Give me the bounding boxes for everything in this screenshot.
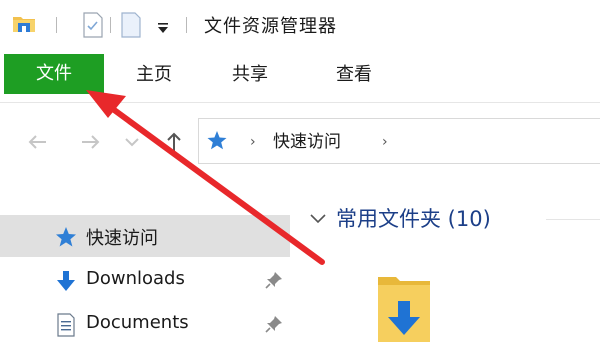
content-pane: 常用文件夹 (10): [294, 183, 600, 342]
chevron-down-icon[interactable]: [308, 208, 328, 228]
sidebar-item-label: 快速访问: [86, 228, 158, 249]
tab-view[interactable]: 查看: [312, 56, 396, 94]
group-header-frequent-folders[interactable]: 常用文件夹 (10): [336, 203, 491, 233]
forward-arrow-icon[interactable]: [76, 128, 104, 156]
tab-home[interactable]: 主页: [112, 56, 196, 94]
folder-icon[interactable]: [12, 14, 36, 34]
properties-icon[interactable]: [82, 12, 104, 38]
navigation-pane: 快速访问 Downloads Documents: [0, 183, 294, 342]
address-bar[interactable]: [198, 118, 600, 164]
toolbar-separator: [56, 17, 57, 33]
sidebar-item-downloads[interactable]: Downloads: [0, 259, 290, 301]
star-icon: [54, 225, 78, 249]
document-icon: [54, 313, 78, 337]
window-title: 文件资源管理器: [204, 16, 337, 37]
ribbon-tabs: 文件 主页 共享 查看: [0, 50, 600, 102]
toolbar-separator: [186, 17, 187, 33]
up-arrow-icon[interactable]: [160, 128, 188, 156]
tab-share[interactable]: 共享: [208, 56, 292, 94]
download-icon: [54, 269, 78, 293]
sidebar-item-documents[interactable]: Documents: [0, 303, 290, 345]
pin-icon[interactable]: [264, 314, 284, 334]
toolbar-separator: [110, 17, 111, 33]
title-bar: 文件资源管理器: [0, 0, 600, 50]
recent-dropdown-icon[interactable]: [118, 128, 146, 156]
back-arrow-icon[interactable]: [24, 128, 52, 156]
new-folder-icon[interactable]: [120, 12, 142, 38]
pin-icon[interactable]: [264, 270, 284, 290]
downloads-folder-icon[interactable]: [374, 271, 434, 342]
customize-dropdown-icon[interactable]: [156, 19, 170, 33]
sidebar-item-quick-access[interactable]: 快速访问: [0, 215, 290, 257]
star-icon: [206, 130, 228, 152]
sidebar-item-label: Downloads: [86, 268, 185, 289]
breadcrumb-quick-access[interactable]: 快速访问: [273, 127, 341, 152]
tab-file[interactable]: 文件: [4, 54, 104, 94]
group-divider: [546, 219, 600, 220]
sidebar-item-label: Documents: [86, 312, 189, 333]
breadcrumb-chevron-icon[interactable]: ›: [250, 134, 256, 150]
breadcrumb-chevron-icon[interactable]: ›: [382, 134, 388, 150]
